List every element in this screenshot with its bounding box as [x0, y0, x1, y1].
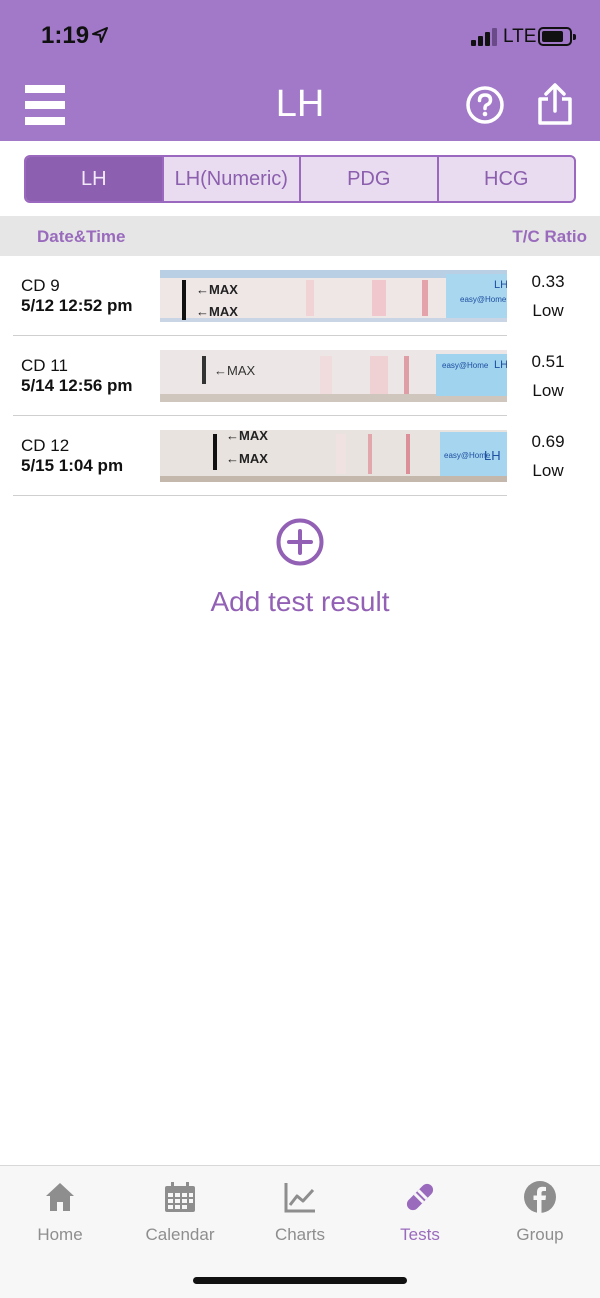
lh-level: Low	[532, 381, 564, 400]
share-icon[interactable]	[536, 83, 574, 125]
tab-charts[interactable]: Charts	[240, 1166, 360, 1266]
test-datetime: 5/12 12:52 pm	[21, 296, 133, 315]
status-time: 1:19	[41, 22, 90, 49]
segment-hcg[interactable]: HCG	[436, 157, 575, 201]
segment-pdg[interactable]: PDG	[299, 157, 437, 201]
test-row[interactable]: CD 12 5/15 1:04 pm ←MAX ←MAX easy@Home L…	[13, 416, 565, 496]
strip-max-label: ←MAX	[196, 304, 238, 319]
calendar-icon	[165, 1182, 195, 1212]
cycle-day: CD 9	[21, 276, 60, 295]
test-datetime: 5/14 12:56 pm	[21, 376, 133, 395]
test-strip-photo[interactable]: ←MAX ←MAX easy@Home LH	[160, 430, 507, 482]
segment-lh-numeric[interactable]: LH(Numeric)	[161, 157, 300, 201]
strip-brand-label: easy@Home	[460, 295, 507, 304]
strip-max-label: ←MAX	[226, 430, 268, 443]
segment-lh[interactable]: LH	[26, 157, 162, 201]
test-row[interactable]: CD 11 5/14 12:56 pm ←MAX easy@Home LH 0.…	[13, 336, 565, 416]
tab-label: Charts	[274, 1225, 326, 1244]
strip-test-label: LH	[494, 359, 507, 371]
column-header-ratio: T/C Ratio	[512, 227, 587, 246]
strip-max-label: ←MAX	[226, 451, 268, 466]
chart-icon	[284, 1183, 315, 1213]
tab-tests[interactable]: Tests	[360, 1166, 480, 1266]
cellular-signal-icon	[471, 28, 497, 46]
add-test-result-button[interactable]: Add test result	[0, 586, 600, 618]
test-strip-photo[interactable]: ←MAX easy@Home LH	[160, 350, 507, 402]
home-indicator	[193, 1277, 407, 1284]
tab-label: Group	[516, 1225, 564, 1244]
test-type-segmented-control: LH LH(Numeric) PDG HCG	[24, 155, 576, 203]
strip-max-label: ←MAX	[196, 282, 238, 297]
app-header: 1:19 LTE LH	[0, 0, 600, 141]
tab-home[interactable]: Home	[0, 1166, 120, 1266]
lh-level: Low	[532, 301, 564, 320]
tc-ratio-value: 0.69	[531, 432, 565, 451]
battery-icon	[538, 27, 576, 46]
test-strip-photo[interactable]: ←MAX ←MAX easy@Home LH	[160, 270, 507, 322]
facebook-icon	[524, 1181, 556, 1213]
test-datetime: 5/15 1:04 pm	[21, 456, 124, 475]
add-circle-icon[interactable]	[276, 518, 324, 566]
strip-test-label: LH	[484, 448, 501, 463]
tc-ratio-value: 0.33	[531, 272, 565, 291]
test-strip-icon	[406, 1183, 434, 1211]
tab-label: Calendar	[145, 1225, 215, 1244]
cycle-day: CD 12	[21, 436, 70, 455]
location-arrow-icon	[92, 27, 108, 43]
strip-brand-label: easy@Home	[442, 361, 489, 370]
lh-level: Low	[532, 461, 564, 480]
column-header: Date&Time T/C Ratio	[0, 216, 600, 256]
cycle-day: CD 11	[21, 356, 68, 375]
page-title: LH	[275, 83, 325, 125]
home-icon	[46, 1183, 74, 1211]
tc-ratio-value: 0.51	[531, 352, 565, 371]
tab-calendar[interactable]: Calendar	[120, 1166, 240, 1266]
column-header-datetime: Date&Time	[37, 227, 126, 246]
tab-label: Tests	[400, 1225, 440, 1244]
strip-max-label: ←MAX	[214, 363, 256, 378]
test-row[interactable]: CD 9 5/12 12:52 pm ←MAX ←MAX easy@Home L…	[13, 256, 565, 336]
help-icon[interactable]	[465, 85, 505, 125]
tab-label: Home	[37, 1225, 83, 1244]
strip-test-label: LH	[494, 279, 507, 291]
tab-group[interactable]: Group	[480, 1166, 600, 1266]
network-type: LTE	[503, 26, 537, 47]
